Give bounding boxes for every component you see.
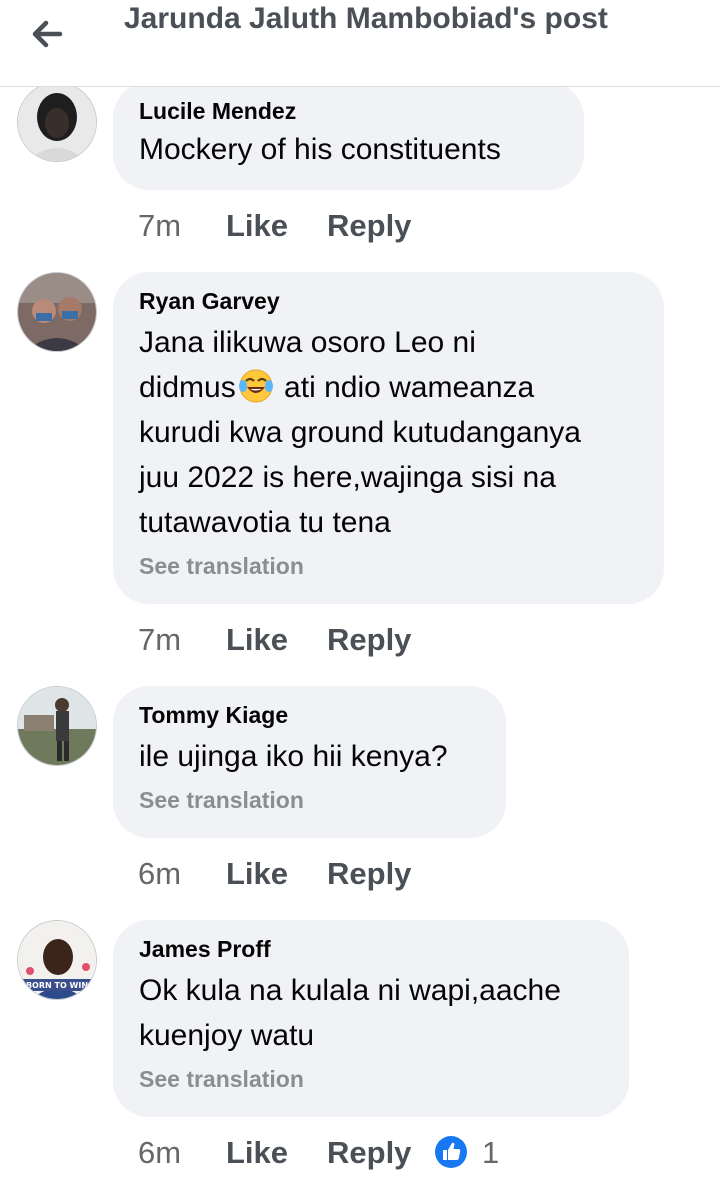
avatar-tommy-kiage[interactable] xyxy=(17,686,97,766)
avatar-lucile-mendez[interactable] xyxy=(17,82,97,162)
avatar-caption: BORN TO WIN xyxy=(26,981,88,990)
like-button[interactable]: Like xyxy=(226,620,288,660)
comment-author[interactable]: Tommy Kiage xyxy=(139,700,480,730)
reaction-count: 1 xyxy=(482,1135,500,1170)
comment-bubble: Lucile Mendez Mockery of his constituent… xyxy=(113,82,584,190)
comment-time: 6m xyxy=(138,1135,182,1170)
face-with-tears-of-joy-icon xyxy=(238,369,273,403)
comment-text: Ok kula na kulala ni wapi,aache kuenjoy … xyxy=(139,974,561,1052)
like-button[interactable]: Like xyxy=(226,206,288,246)
comment-time: 6m xyxy=(138,856,182,891)
avatar-james-proff[interactable]: BORN TO WIN xyxy=(17,920,97,1000)
comment-text: ile ujinga iko hii kenya? xyxy=(139,740,448,773)
reply-button[interactable]: Reply xyxy=(327,206,411,246)
comment-author[interactable]: Lucile Mendez xyxy=(139,96,558,126)
reply-button[interactable]: Reply xyxy=(327,620,411,660)
back-button[interactable] xyxy=(26,12,70,56)
comment-author[interactable]: Ryan Garvey xyxy=(139,286,638,316)
reaction-badge[interactable] xyxy=(434,1135,468,1179)
avatar-ryan-garvey[interactable] xyxy=(17,272,97,352)
reply-button[interactable]: Reply xyxy=(327,854,411,894)
comment-bubble: Tommy Kiage ile ujinga iko hii kenya? Se… xyxy=(113,686,506,838)
comment-bubble: James Proff Ok kula na kulala ni wapi,aa… xyxy=(113,920,629,1117)
comment-author[interactable]: James Proff xyxy=(139,934,603,964)
comment-text: Jana ilikuwa osoro Leo ni didmus ati ndi… xyxy=(139,320,638,545)
post-header: Jarunda Jaluth Mambobiad's post xyxy=(0,0,720,87)
arrow-left-icon xyxy=(32,20,63,48)
page-title: Jarunda Jaluth Mambobiad's post xyxy=(124,2,608,35)
thumbs-up-icon xyxy=(435,1136,467,1168)
comment-text: Mockery of his constituents xyxy=(139,133,501,166)
comment-time: 7m xyxy=(138,622,182,657)
see-translation-link[interactable]: See translation xyxy=(139,551,638,581)
like-button[interactable]: Like xyxy=(226,854,288,894)
reply-button[interactable]: Reply xyxy=(327,1133,411,1173)
see-translation-link[interactable]: See translation xyxy=(139,785,480,815)
comment-time: 7m xyxy=(138,208,182,243)
comment-bubble: Ryan Garvey Jana ilikuwa osoro Leo ni di… xyxy=(113,272,664,604)
comments-feed: Lucile Mendez Mockery of his constituent… xyxy=(0,0,720,1170)
like-button[interactable]: Like xyxy=(226,1133,288,1173)
see-translation-link[interactable]: See translation xyxy=(139,1064,603,1094)
